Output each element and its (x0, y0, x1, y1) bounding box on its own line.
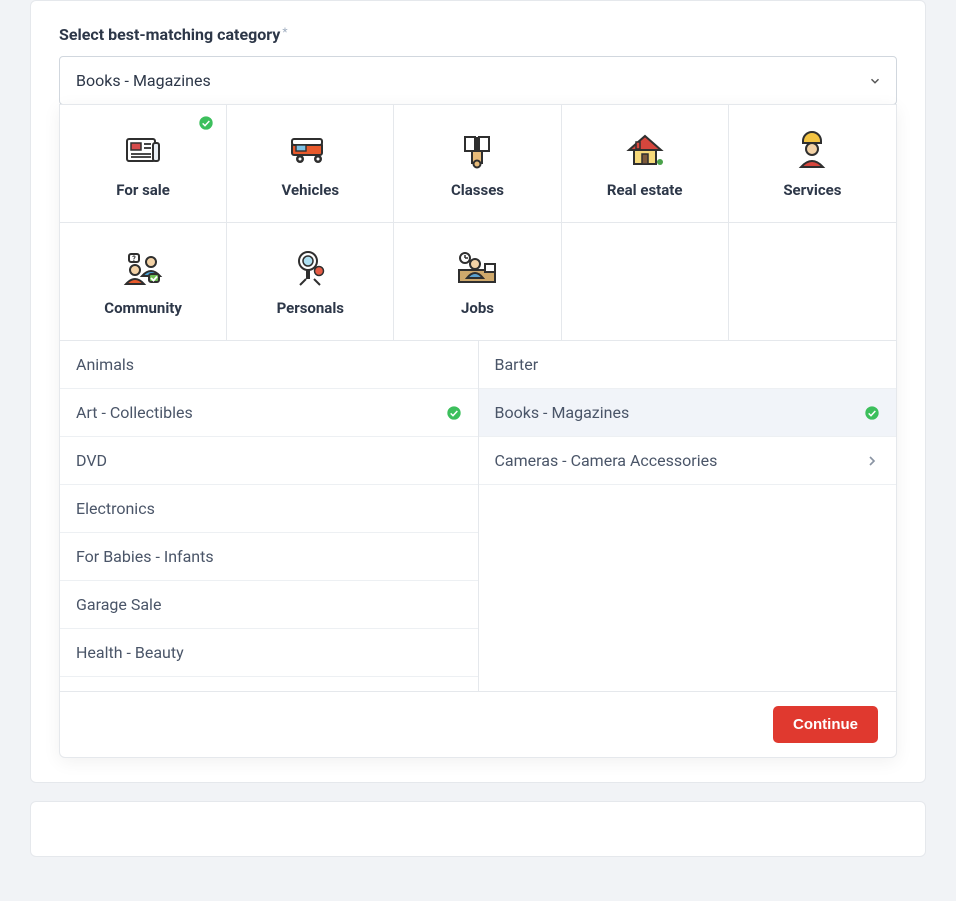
subcat-label: Art - Collectibles (76, 403, 193, 422)
subcat-dvd[interactable]: DVD (60, 437, 478, 485)
svg-text:?: ? (132, 255, 136, 263)
subcat-more[interactable] (60, 677, 478, 691)
subcategory-right-col[interactable]: Barter Books - Magazines Cameras - Camer… (479, 341, 897, 691)
top-cat-label: Vehicles (282, 181, 340, 199)
top-cat-label: Services (783, 181, 841, 199)
book-hand-icon (457, 127, 497, 173)
top-cat-vehicles[interactable]: Vehicles (227, 105, 394, 223)
subcat-cameras[interactable]: Cameras - Camera Accessories (479, 437, 897, 485)
subcat-barter[interactable]: Barter (479, 341, 897, 389)
continue-button[interactable]: Continue (773, 706, 878, 743)
subcat-label: Garage Sale (76, 595, 161, 614)
top-cat-empty (562, 223, 729, 341)
subcat-animals[interactable]: Animals (60, 341, 478, 389)
top-cat-label: Real estate (607, 181, 683, 199)
subcat-for-babies-infants[interactable]: For Babies - Infants (60, 533, 478, 581)
jobs-icon (455, 245, 499, 291)
top-cat-classes[interactable]: Classes (394, 105, 561, 223)
top-cat-personals[interactable]: Personals (227, 223, 394, 341)
category-dropdown: For sale Vehicles (59, 104, 897, 758)
top-cat-for-sale[interactable]: For sale (60, 105, 227, 223)
house-icon (624, 127, 666, 173)
top-categories-grid: For sale Vehicles (60, 105, 896, 341)
top-cat-services[interactable]: Services (729, 105, 896, 223)
check-icon (198, 115, 214, 131)
subcategory-left-col[interactable]: Animals Art - Collectibles DVD Electroni… (60, 341, 479, 691)
dropdown-footer: Continue (60, 691, 896, 757)
check-icon (864, 405, 880, 421)
top-cat-real-estate[interactable]: Real estate (562, 105, 729, 223)
chevron-down-icon (868, 74, 882, 88)
subcat-label: DVD (76, 451, 107, 470)
subcat-label: Cameras - Camera Accessories (495, 451, 718, 470)
subcat-label: Books - Magazines (495, 403, 630, 422)
subcat-art-collectibles[interactable]: Art - Collectibles (60, 389, 478, 437)
top-cat-label: Community (104, 299, 182, 317)
newspaper-icon (123, 127, 163, 173)
community-icon: ? (121, 245, 165, 291)
field-label: Select best-matching category (59, 25, 280, 44)
field-label-row: Select best-matching category* (59, 25, 897, 44)
subcat-label: Animals (76, 355, 134, 374)
category-select[interactable]: Books - Magazines (59, 56, 897, 105)
placeholder-section (30, 801, 926, 857)
check-icon (446, 405, 462, 421)
personals-icon (292, 245, 328, 291)
van-icon (288, 127, 332, 173)
category-card: Select best-matching category* Books - M… (30, 0, 926, 783)
top-cat-community[interactable]: ? Community (60, 223, 227, 341)
top-cat-empty (729, 223, 896, 341)
subcat-garage-sale[interactable]: Garage Sale (60, 581, 478, 629)
top-cat-label: For sale (116, 181, 170, 199)
top-cat-label: Classes (451, 181, 504, 199)
top-cat-label: Personals (277, 299, 344, 317)
subcat-label: For Babies - Infants (76, 547, 214, 566)
subcat-label: Health - Beauty (76, 643, 184, 662)
worker-icon (795, 127, 829, 173)
subcat-label: Electronics (76, 499, 155, 518)
selected-value: Books - Magazines (76, 71, 211, 90)
subcategory-columns: Animals Art - Collectibles DVD Electroni… (60, 341, 896, 691)
subcat-label: Barter (495, 355, 539, 374)
top-cat-label: Jobs (461, 299, 494, 317)
required-mark: * (282, 25, 287, 39)
subcat-health-beauty[interactable]: Health - Beauty (60, 629, 478, 677)
top-cat-jobs[interactable]: Jobs (394, 223, 561, 341)
chevron-right-icon (864, 453, 880, 469)
subcat-books-magazines[interactable]: Books - Magazines (479, 389, 897, 437)
subcat-electronics[interactable]: Electronics (60, 485, 478, 533)
